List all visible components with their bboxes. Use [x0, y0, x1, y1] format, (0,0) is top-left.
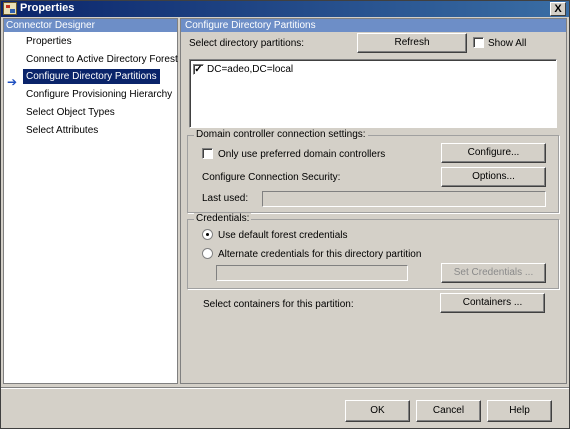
- help-button[interactable]: Help: [487, 400, 552, 422]
- partition-label[interactable]: DC=adeo,DC=local: [207, 64, 293, 75]
- dc-settings-title: Domain controller connection settings:: [194, 129, 368, 140]
- refresh-button[interactable]: Refresh: [357, 33, 467, 53]
- nav-item-attributes[interactable]: Select Attributes: [23, 123, 101, 138]
- cancel-button[interactable]: Cancel: [416, 400, 481, 422]
- partition-checkbox[interactable]: ✓: [193, 64, 204, 75]
- containers-button[interactable]: Containers ...: [440, 293, 545, 313]
- nav-item-object-types[interactable]: Select Object Types: [23, 105, 118, 120]
- close-button[interactable]: X: [550, 2, 566, 16]
- alternate-credentials-field: [216, 265, 408, 281]
- preferred-dc-checkbox[interactable]: [202, 148, 213, 159]
- nav-item-provisioning-hierarchy[interactable]: Configure Provisioning Hierarchy: [23, 87, 175, 102]
- nav-item-configure-partitions[interactable]: Configure Directory Partitions: [23, 69, 160, 84]
- title-bar[interactable]: Properties X: [1, 1, 569, 17]
- alternate-credentials-radio[interactable]: [202, 248, 213, 259]
- arrow-right-icon: ➔: [7, 75, 18, 89]
- last-used-label: Last used:: [202, 193, 249, 204]
- pane-header: Connector Designer: [4, 19, 177, 32]
- connector-designer-pane: Connector Designer ➔ Properties Connect …: [3, 18, 178, 384]
- default-credentials-radio[interactable]: [202, 229, 213, 240]
- footer-divider: [1, 387, 569, 389]
- alternate-credentials-label: Alternate credentials for this directory…: [218, 249, 422, 260]
- partitions-list[interactable]: ✓ DC=adeo,DC=local: [189, 59, 557, 128]
- select-containers-label: Select containers for this partition:: [203, 299, 354, 310]
- properties-dialog: Properties X Connector Designer ➔ Proper…: [0, 0, 570, 429]
- dc-settings-group: Domain controller connection settings: O…: [187, 129, 559, 213]
- app-icon: [3, 2, 17, 15]
- window-title: Properties: [20, 2, 75, 14]
- show-all-label: Show All: [488, 38, 527, 49]
- nav-item-properties[interactable]: Properties: [23, 34, 75, 49]
- nav-item-connect-forest[interactable]: Connect to Active Directory Forest: [23, 52, 181, 67]
- pane-header: Configure Directory Partitions: [181, 19, 566, 32]
- select-partitions-label: Select directory partitions:: [189, 38, 305, 49]
- ok-button[interactable]: OK: [345, 400, 410, 422]
- close-icon: X: [554, 3, 562, 15]
- configure-button[interactable]: Configure...: [441, 143, 546, 163]
- options-button[interactable]: Options...: [441, 167, 546, 187]
- configure-partitions-pane: Configure Directory Partitions Select di…: [180, 18, 567, 384]
- preferred-dc-label: Only use preferred domain controllers: [218, 149, 386, 160]
- set-credentials-button: Set Credentials ...: [441, 263, 546, 283]
- credentials-title: Credentials:: [194, 213, 252, 224]
- connection-security-label: Configure Connection Security:: [202, 172, 341, 183]
- show-all-checkbox[interactable]: [473, 37, 484, 48]
- default-credentials-label: Use default forest credentials: [218, 230, 348, 241]
- last-used-field: [262, 191, 546, 207]
- credentials-group: Credentials: Use default forest credenti…: [187, 213, 559, 289]
